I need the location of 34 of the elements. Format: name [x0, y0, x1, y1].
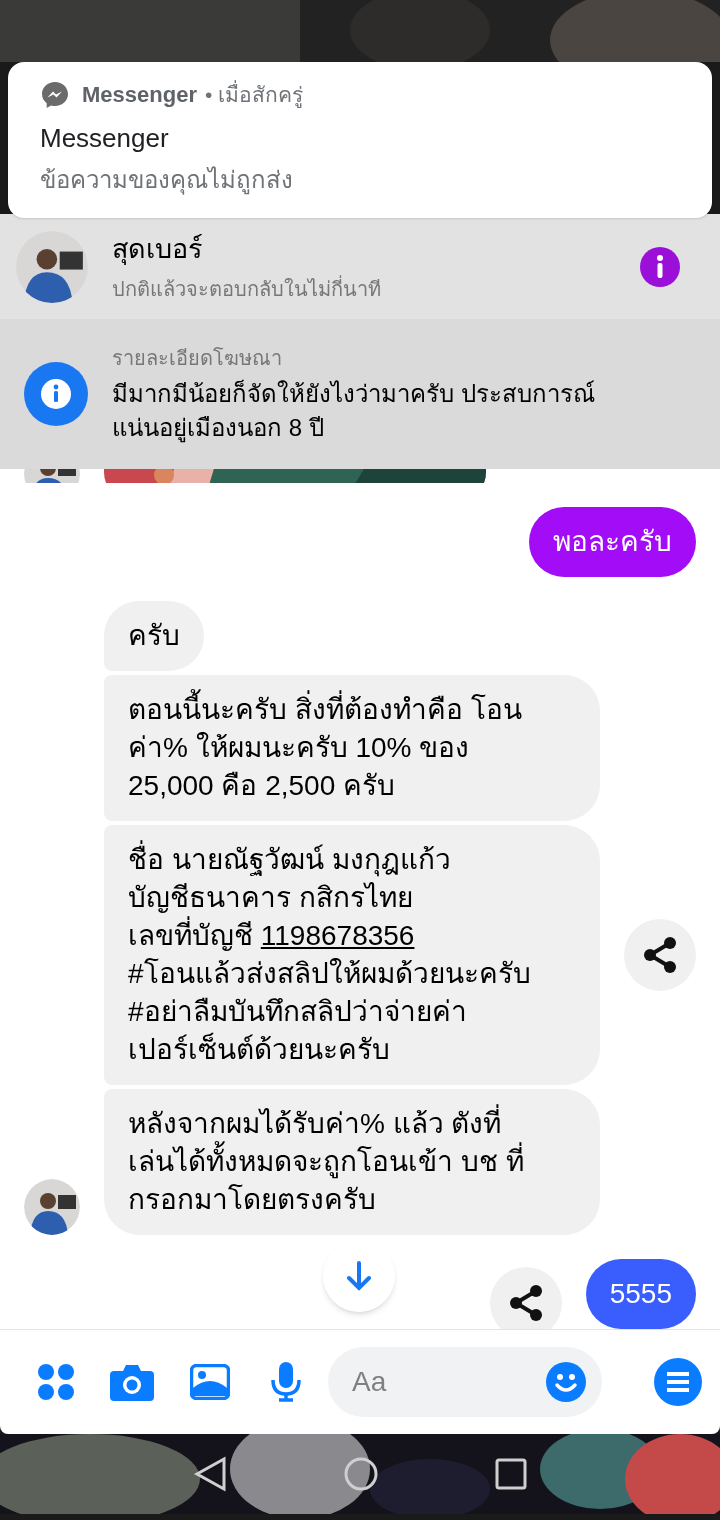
share-icon[interactable] — [624, 919, 696, 991]
message-field[interactable]: Aa — [328, 1347, 602, 1417]
notification-card[interactable]: Messenger • เมื่อสักครู่ Messenger ข้อความของคุณไม่ถูกส่ง — [8, 62, 712, 218]
contact-status: ปกติแล้วจะตอบกลับในไม่กี่นาที — [112, 274, 382, 302]
info-icon — [24, 362, 88, 426]
message-bubble: พอละครับ — [529, 507, 696, 577]
home-icon[interactable] — [343, 1456, 379, 1492]
ad-label: รายละเอียดโฆษณา — [112, 346, 283, 371]
scroll-down-button[interactable] — [323, 1240, 395, 1312]
avatar[interactable] — [24, 1179, 80, 1235]
info-icon[interactable] — [640, 246, 680, 287]
recents-icon[interactable] — [495, 1458, 527, 1490]
camera-icon[interactable] — [110, 1363, 154, 1401]
back-icon[interactable] — [193, 1456, 227, 1492]
message-bubble: ชื่อ นายณัฐวัฒน์ มงกุฎแก้ว บัญชีธนาคาร กสิกรไทย เลขที่บัญชี 1198678356 #โอนแล้วส่งสลิปให้ผมด้วยนะครับ #อย่าลืมบันทึกสลิปว่าจ่ายค่า เปอร์เซ็นต์ด้วยนะครับ — [104, 825, 600, 1085]
contact-name: สุดเบอร์ — [112, 233, 204, 267]
notification-time: • เมื่อสักครู่ — [204, 79, 304, 110]
notification-body: ข้อความของคุณไม่ถูกส่ง — [40, 165, 294, 197]
message-bubble: ตอนนี้นะครับ สิ่งที่ต้องทำคือ โอน ค่า% ให้ผมนะครับ 10% ของ 25,000 คือ 2,500 ครับ — [104, 675, 600, 821]
message-bubble: หลังจากผมได้รับค่า% แล้ว ตังที่ เล่นได้ทั้งหมดจะถูกโอนเข้า บช ที่ กรอกมาโดยตรงครับ — [104, 1089, 600, 1235]
notification-title: Messenger — [40, 122, 170, 155]
message-bubble: ครับ — [104, 601, 204, 671]
ad-text: มีมากมีน้อยก็จัดให้ยังไงว่ามาครับ ประสบการณ์ แน่นอยู่เมืองนอก 8 ปี — [112, 378, 595, 445]
image-icon[interactable] — [190, 1364, 230, 1400]
message-bubble: 5555 — [585, 1259, 696, 1329]
emoji-icon[interactable] — [546, 1362, 586, 1402]
messenger-icon — [40, 79, 70, 110]
microphone-icon[interactable] — [270, 1362, 302, 1402]
menu-icon[interactable] — [654, 1358, 702, 1406]
app-name: Messenger — [82, 81, 197, 109]
share-icon[interactable] — [489, 1267, 562, 1329]
avatar[interactable] — [16, 230, 88, 303]
apps-icon[interactable] — [37, 1363, 75, 1401]
account-number-link[interactable]: 1198678356 — [260, 920, 415, 951]
